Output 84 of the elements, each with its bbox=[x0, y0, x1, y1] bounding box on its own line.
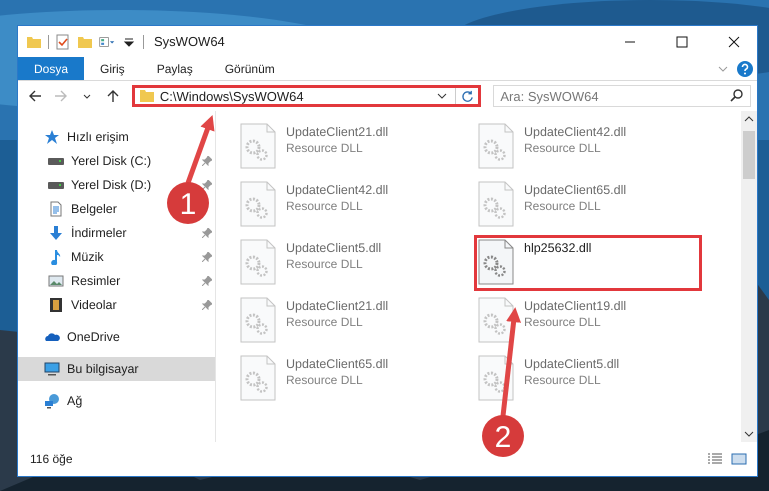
sidebar-item[interactable]: OneDrive bbox=[18, 325, 126, 349]
item-count: 116 öğe bbox=[30, 452, 72, 466]
sidebar-item[interactable]: Belgeler bbox=[18, 197, 123, 221]
ribbon-tab[interactable]: Dosya bbox=[18, 57, 84, 80]
file-name: UpdateClient5.dll bbox=[524, 357, 620, 371]
ribbon-tab[interactable]: Görünüm bbox=[208, 57, 291, 80]
window-title: SysWOW64 bbox=[154, 34, 225, 49]
document-icon bbox=[48, 201, 64, 217]
sidebar-item[interactable]: Resimler bbox=[18, 269, 215, 293]
file-type: Resource DLL bbox=[286, 373, 364, 387]
file-item[interactable]: UpdateClient42.dll Resource DLL bbox=[474, 119, 702, 175]
file-name: hlp25632.dll bbox=[524, 241, 592, 255]
file-type: Resource DLL bbox=[286, 141, 364, 155]
folder-icon bbox=[138, 88, 155, 104]
pin-icon[interactable] bbox=[202, 300, 212, 310]
file-type: Resource DLL bbox=[286, 199, 364, 213]
file-type: Resource DLL bbox=[524, 373, 602, 387]
film-icon bbox=[48, 297, 64, 313]
pin-icon[interactable] bbox=[202, 276, 212, 286]
properties-icon[interactable] bbox=[55, 34, 71, 50]
picture-icon bbox=[48, 273, 64, 289]
sidebar-item[interactable]: İndirmeler bbox=[18, 221, 215, 245]
settings-file-icon bbox=[478, 181, 514, 227]
pin-icon[interactable] bbox=[202, 228, 212, 238]
file-item[interactable]: UpdateClient5.dll Resource DLL bbox=[236, 235, 464, 291]
scroll-up-icon[interactable] bbox=[744, 114, 754, 124]
address-bar[interactable]: C:\Windows\SysWOW64 bbox=[132, 85, 482, 107]
file-type: Resource DLL bbox=[286, 257, 364, 271]
settings-file-icon bbox=[478, 123, 514, 169]
file-name: UpdateClient42.dll bbox=[524, 125, 626, 139]
file-item[interactable]: UpdateClient21.dll Resource DLL bbox=[236, 293, 464, 349]
file-type: Resource DLL bbox=[286, 315, 364, 329]
file-type: Resource DLL bbox=[524, 199, 602, 213]
sidebar-item[interactable]: Videolar bbox=[18, 293, 215, 317]
settings-file-icon bbox=[478, 297, 514, 343]
star-icon bbox=[44, 129, 60, 145]
file-name: UpdateClient65.dll bbox=[524, 183, 626, 197]
ribbon-tab[interactable]: Paylaş bbox=[140, 57, 209, 80]
search-icon[interactable] bbox=[729, 88, 745, 104]
file-name: UpdateClient42.dll bbox=[286, 183, 388, 197]
large-icons-view-icon[interactable] bbox=[731, 453, 747, 465]
settings-file-icon bbox=[240, 123, 276, 169]
settings-file-icon bbox=[478, 239, 514, 285]
pin-icon[interactable] bbox=[202, 180, 212, 190]
scrollbar-thumb[interactable] bbox=[743, 131, 755, 179]
file-name: UpdateClient19.dll bbox=[524, 299, 626, 313]
drive-icon bbox=[48, 181, 64, 189]
file-item[interactable]: UpdateClient21.dll Resource DLL bbox=[236, 119, 464, 175]
help-icon[interactable] bbox=[737, 60, 753, 76]
drive-icon bbox=[48, 157, 64, 165]
settings-file-icon bbox=[240, 297, 276, 343]
download-arrow-icon bbox=[48, 225, 64, 241]
settings-file-icon bbox=[478, 355, 514, 401]
settings-file-icon bbox=[240, 239, 276, 285]
monitor-icon bbox=[44, 361, 60, 377]
settings-file-icon bbox=[240, 355, 276, 401]
settings-file-icon bbox=[240, 181, 276, 227]
file-item[interactable]: UpdateClient65.dll Resource DLL bbox=[236, 351, 464, 407]
file-item[interactable]: hlp25632.dll bbox=[474, 235, 702, 291]
file-name: UpdateClient5.dll bbox=[286, 241, 382, 255]
file-name: UpdateClient65.dll bbox=[286, 357, 388, 371]
file-type: Resource DLL bbox=[524, 141, 602, 155]
file-name: UpdateClient21.dll bbox=[286, 125, 388, 139]
refresh-icon[interactable] bbox=[460, 90, 474, 102]
file-type: Resource DLL bbox=[524, 315, 602, 329]
pin-icon[interactable] bbox=[202, 252, 212, 262]
file-item[interactable]: UpdateClient65.dll Resource DLL bbox=[474, 177, 702, 233]
maximize-icon[interactable] bbox=[676, 36, 688, 48]
pin-icon[interactable] bbox=[202, 156, 212, 166]
sidebar-item[interactable]: Bu bilgisayar bbox=[18, 357, 215, 381]
ribbon-tab[interactable]: Giriş bbox=[84, 57, 141, 80]
sidebar-item[interactable]: Hızlı erişim bbox=[18, 125, 135, 149]
scroll-down-icon[interactable] bbox=[744, 429, 754, 439]
sidebar-item[interactable]: Müzik bbox=[18, 245, 215, 269]
network-icon bbox=[44, 393, 60, 409]
back-icon[interactable] bbox=[28, 89, 42, 103]
file-item[interactable]: UpdateClient42.dll Resource DLL bbox=[236, 177, 464, 233]
search-field[interactable]: Ara: SysWOW64 bbox=[493, 85, 751, 107]
file-name: UpdateClient21.dll bbox=[286, 299, 388, 313]
close-icon[interactable] bbox=[728, 36, 740, 48]
up-icon[interactable] bbox=[106, 89, 120, 103]
sidebar-item[interactable]: Ağ bbox=[18, 389, 88, 413]
details-view-icon[interactable] bbox=[707, 453, 723, 465]
scrollbar[interactable] bbox=[741, 111, 757, 442]
